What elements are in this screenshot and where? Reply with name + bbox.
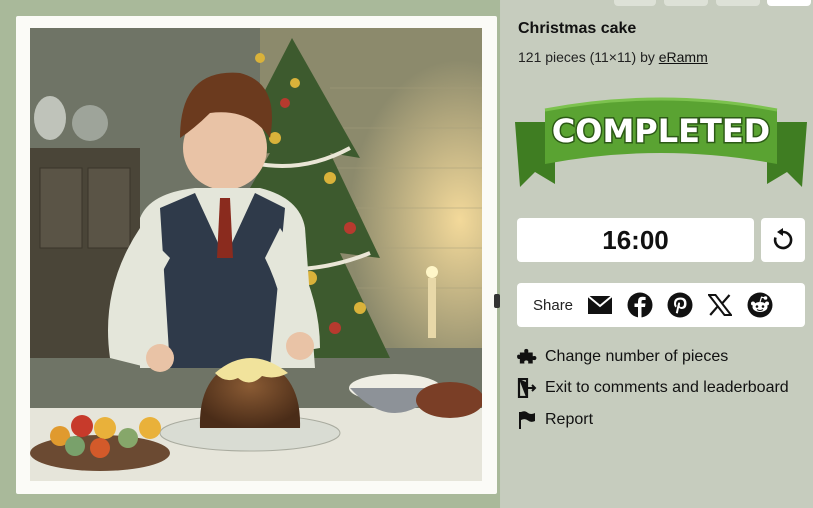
email-icon[interactable] [587, 292, 613, 318]
puzzle-title: Christmas cake [518, 20, 637, 37]
pieces-info: 121 pieces (11×11) by [518, 49, 659, 65]
restart-button[interactable] [761, 218, 805, 262]
timer-display: 16:00 [517, 218, 754, 262]
top-button-3[interactable] [716, 0, 760, 6]
report-label: Report [545, 411, 594, 428]
share-label: Share [533, 296, 574, 314]
top-button-2[interactable] [664, 0, 708, 6]
completed-banner: COMPLETED [515, 92, 807, 192]
top-button-1[interactable] [614, 0, 656, 6]
flag-icon [517, 410, 537, 430]
exit-comments-label: Exit to comments and leaderboard [545, 379, 789, 396]
completed-text: COMPLETED [552, 112, 770, 150]
facebook-icon[interactable] [627, 292, 653, 318]
top-button-4[interactable] [767, 0, 811, 6]
reddit-icon[interactable] [747, 292, 773, 318]
pinterest-icon[interactable] [667, 292, 693, 318]
report-link[interactable]: Report [517, 410, 593, 430]
share-bar: Share [517, 283, 805, 327]
exit-comments-link[interactable]: Exit to comments and leaderboard [517, 378, 789, 398]
sidebar: Christmas cake 121 pieces (11×11) by eRa… [501, 0, 813, 508]
change-pieces-label: Change number of pieces [545, 348, 729, 365]
puzzle-icon [517, 347, 537, 367]
x-icon[interactable] [707, 292, 733, 318]
puzzle-board[interactable] [0, 0, 500, 508]
author-link[interactable]: eRamm [659, 49, 708, 65]
change-pieces-link[interactable]: Change number of pieces [517, 347, 728, 367]
exit-icon [517, 378, 537, 398]
puzzle-frame [16, 16, 497, 494]
resize-handle[interactable] [494, 294, 500, 308]
restart-icon [773, 228, 793, 250]
puzzle-image [30, 28, 482, 481]
puzzle-meta: 121 pieces (11×11) by eRamm [518, 49, 708, 65]
